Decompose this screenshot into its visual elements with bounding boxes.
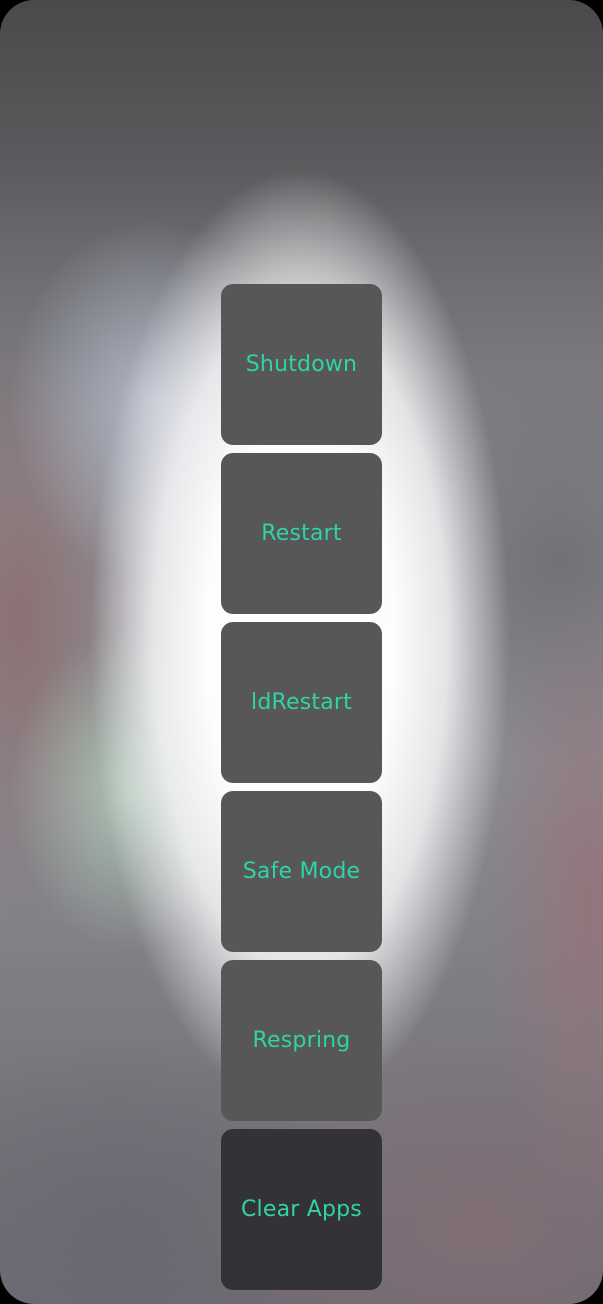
power-menu: Shutdown Restart ldRestart Safe Mode Res… [221,284,382,1298]
ldrestart-label: ldRestart [251,690,352,715]
restart-button[interactable]: Restart [221,453,382,614]
clear-apps-button[interactable]: Clear Apps [221,1129,382,1290]
shutdown-button[interactable]: Shutdown [221,284,382,445]
respring-button[interactable]: Respring [221,960,382,1121]
blurred-background: Shutdown Restart ldRestart Safe Mode Res… [0,0,603,1304]
safe-mode-label: Safe Mode [242,859,361,884]
restart-label: Restart [261,521,342,546]
respring-label: Respring [252,1028,351,1053]
clear-apps-label: Clear Apps [241,1197,362,1222]
shutdown-label: Shutdown [245,352,358,377]
ldrestart-button[interactable]: ldRestart [221,622,382,783]
safe-mode-button[interactable]: Safe Mode [221,791,382,952]
